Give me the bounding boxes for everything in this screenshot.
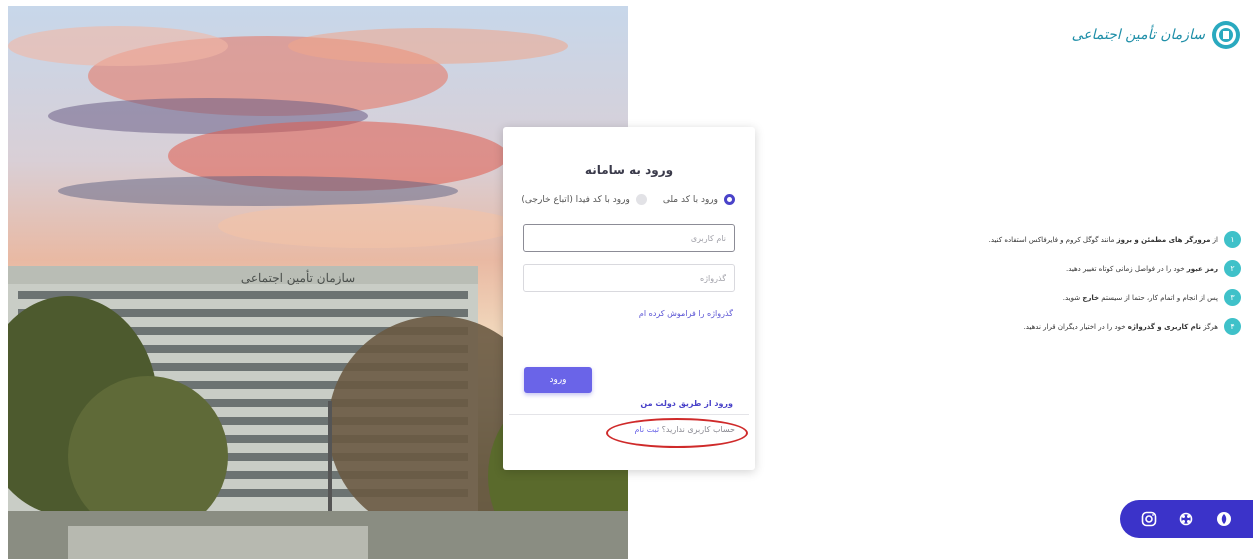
login-card: ورود به سامانه ورود با کد ملی ورود با کد… [503, 127, 755, 470]
radio-option-national-code[interactable]: ورود با کد ملی [663, 194, 735, 205]
tip-number-badge: ۳ [1224, 289, 1241, 306]
radio-fida-code-label: ورود با کد فیدا (اتباع خارجی) [521, 194, 630, 205]
security-tips-list: ۱ از مرورگر های مطمئن و بروز مانند گوگل ک… [941, 230, 1241, 346]
login-title: ورود به سامانه [584, 163, 674, 177]
radio-national-code-label: ورود با کد ملی [662, 194, 718, 205]
logo-text: سازمان تأمین اجتماعی [1071, 27, 1205, 43]
tip-number-badge: ۴ [1224, 318, 1241, 335]
register-link[interactable]: ثبت نام [634, 425, 659, 434]
dolat-man-login-link[interactable]: ورود از طریق دولت من [640, 399, 733, 408]
tip-item: ۴ هرگز نام کاربری و گذرواژه خود را در اخت… [941, 317, 1241, 336]
login-button[interactable]: ورود [524, 367, 592, 393]
site-logo: سازمان تأمین اجتماعی [1072, 20, 1241, 50]
card-divider [509, 414, 749, 415]
radio-fida-code[interactable] [635, 194, 647, 205]
no-account-text: حساب کاربری ندارید؟ [661, 425, 735, 434]
tip-text: هرگز نام کاربری و گذرواژه خود را در اختی… [1023, 322, 1218, 331]
tip-number-badge: ۱ [1224, 231, 1241, 248]
radio-national-code[interactable] [724, 194, 735, 205]
tip-text: پس از انجام و اتمام کار، حتما از سیستم خ… [1062, 293, 1218, 302]
forgot-password-link[interactable]: گذرواژه را فراموش کرده ام [639, 309, 733, 318]
password-input[interactable] [523, 264, 735, 292]
logo-emblem-icon [1212, 21, 1240, 49]
tip-text: از مرورگر های مطمئن و بروز مانند گوگل کر… [988, 235, 1218, 244]
social-links-bar [1120, 500, 1253, 538]
building-sign: سازمان تأمین اجتماعی [241, 269, 355, 285]
login-page: سازمان تأمین اجتماعی سازمان تأمین اجتماع… [0, 0, 1253, 559]
instagram-icon[interactable] [1141, 511, 1157, 527]
aparat-icon[interactable] [1178, 511, 1194, 527]
tip-item: ۳ پس از انجام و اتمام کار، حتما از سیستم … [941, 288, 1241, 307]
tip-number-badge: ۲ [1224, 260, 1241, 277]
radio-option-fida-code[interactable]: ورود با کد فیدا (اتباع خارجی) [521, 194, 647, 205]
login-type-radio-group: ورود با کد ملی ورود با کد فیدا (اتباع خا… [521, 194, 735, 205]
app-icon[interactable] [1216, 511, 1232, 527]
tip-item: ۲ رمز عبور خود را در فواصل زمانی کوتاه تغ… [941, 259, 1241, 278]
tip-text: رمز عبور خود را در فواصل زمانی کوتاه تغی… [1065, 264, 1218, 273]
tip-item: ۱ از مرورگر های مطمئن و بروز مانند گوگل ک… [941, 230, 1241, 249]
register-prompt: حساب کاربری ندارید؟ ثبت نام [634, 425, 735, 434]
username-input[interactable] [523, 224, 735, 252]
